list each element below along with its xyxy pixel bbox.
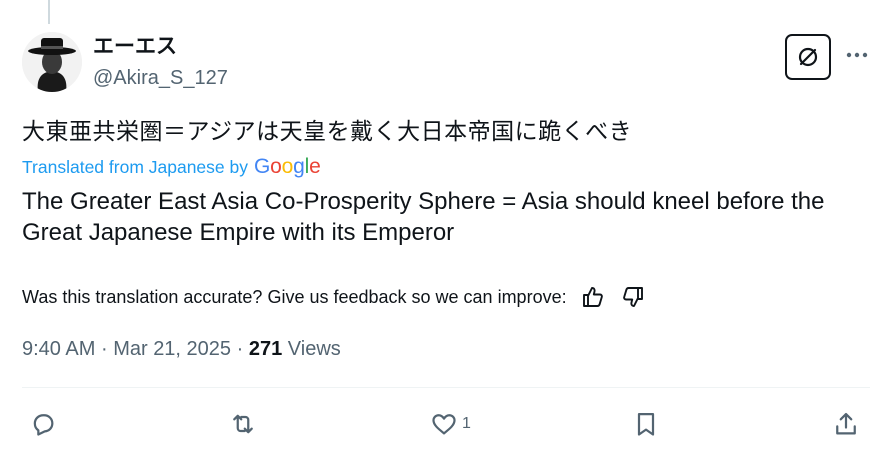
thumbs-up-icon xyxy=(582,287,603,307)
divider xyxy=(22,387,870,388)
more-icon xyxy=(846,52,868,58)
thumbs-down-button[interactable] xyxy=(619,284,647,310)
post-translation-text: The Greater East Asia Co-Prosperity Sphe… xyxy=(22,188,825,246)
grok-button[interactable] xyxy=(785,34,831,80)
like-count: 1 xyxy=(462,415,471,432)
share-icon xyxy=(836,412,856,435)
avatar-image xyxy=(22,32,82,92)
translation-attribution[interactable]: Translated from Japanese by Google xyxy=(22,154,321,180)
reply-button[interactable] xyxy=(29,405,57,443)
reply-icon xyxy=(33,414,54,436)
separator: · xyxy=(236,338,244,360)
repost-button[interactable] xyxy=(229,405,257,443)
author-handle[interactable]: @Akira_S_127 xyxy=(93,66,228,90)
thumbs-up-button[interactable] xyxy=(579,284,607,310)
grok-icon xyxy=(798,47,818,67)
post-date[interactable]: Mar 21, 2025 xyxy=(113,338,231,360)
post-metadata: 9:40 AM · Mar 21, 2025 · 271 Views xyxy=(22,336,341,362)
views-label: Views xyxy=(287,338,341,360)
separator: · xyxy=(100,338,108,360)
feedback-prompt: Was this translation accurate? Give us f… xyxy=(22,286,567,307)
translated-from-label: Translated from Japanese by xyxy=(22,156,248,177)
more-options-button[interactable] xyxy=(844,42,870,68)
author-display-name[interactable]: エーエス xyxy=(93,35,177,59)
bookmark-button[interactable] xyxy=(632,405,660,443)
heart-icon xyxy=(432,414,456,435)
views-count[interactable]: 271 xyxy=(249,338,282,360)
thumbs-down-icon xyxy=(622,287,643,307)
repost-icon xyxy=(233,414,253,434)
bookmark-icon xyxy=(637,412,655,436)
avatar[interactable] xyxy=(22,32,82,92)
google-logo: Google xyxy=(254,155,321,178)
post-time[interactable]: 9:40 AM xyxy=(22,338,95,360)
thread-connector-line xyxy=(48,0,50,24)
like-button[interactable]: 1 xyxy=(430,405,471,443)
translation-feedback: Was this translation accurate? Give us f… xyxy=(22,284,647,310)
share-button[interactable] xyxy=(832,405,860,443)
post-original-text: 大東亜共栄圏＝アジアは天皇を戴く大日本帝国に跪くべき xyxy=(22,119,633,145)
